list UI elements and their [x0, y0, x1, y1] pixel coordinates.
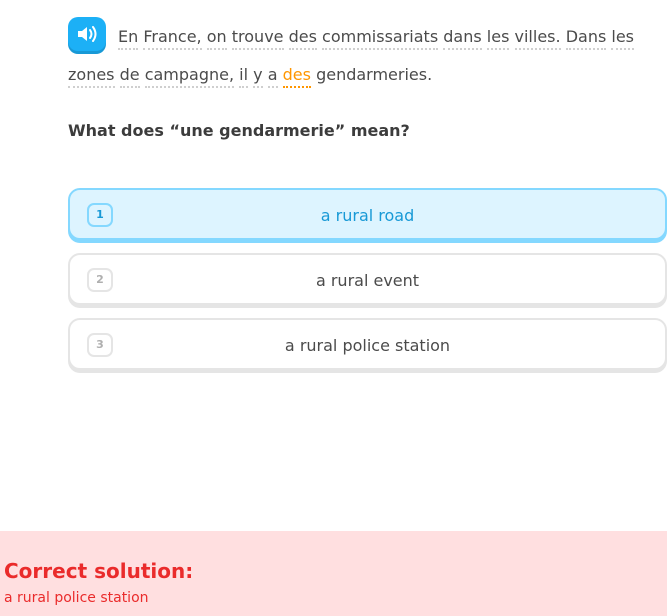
passage-word[interactable]: de — [119, 65, 140, 88]
passage-word[interactable]: les — [611, 27, 635, 50]
lesson-page: En France, on trouve des commissariats d… — [0, 0, 667, 616]
passage-word[interactable]: dans — [443, 27, 482, 50]
option-3[interactable]: 3 a rural police station — [68, 318, 667, 370]
passage-word[interactable]: a — [267, 65, 278, 88]
speaker-icon — [78, 25, 97, 42]
passage-word[interactable]: villes. — [514, 27, 561, 50]
passage-word[interactable]: des — [288, 27, 317, 50]
passage-word[interactable]: les — [486, 27, 510, 50]
passage-word[interactable]: campagne, — [144, 65, 235, 88]
option-label: a rural police station — [284, 336, 451, 355]
question-prompt: What does “une gendarmerie” mean? — [68, 121, 410, 140]
passage: En France, on trouve des commissariats d… — [68, 16, 660, 94]
feedback-banner: Correct solution: a rural police station — [0, 531, 667, 616]
passage-word[interactable]: il — [239, 65, 249, 88]
passage-word[interactable]: zones — [68, 65, 115, 88]
answer-options: 1 a rural road 2 a rural event 3 a rural… — [68, 188, 667, 383]
feedback-title: Correct solution: — [4, 559, 194, 583]
passage-word[interactable]: Dans — [565, 27, 607, 50]
option-label: a rural road — [320, 206, 415, 225]
passage-word: gendarmeries. — [316, 65, 433, 84]
passage-word[interactable]: on — [206, 27, 227, 50]
passage-word-highlighted[interactable]: des — [282, 65, 311, 88]
correct-answer-text: a rural police station — [4, 590, 149, 606]
option-2[interactable]: 2 a rural event — [68, 253, 667, 305]
passage-word[interactable]: France, — [143, 27, 202, 50]
passage-word[interactable]: En — [118, 27, 139, 50]
option-1[interactable]: 1 a rural road — [68, 188, 667, 240]
option-label: a rural event — [315, 271, 420, 290]
passage-word[interactable]: y — [253, 65, 263, 88]
passage-word[interactable]: trouve — [231, 27, 284, 50]
audio-button[interactable] — [68, 16, 106, 51]
passage-word[interactable]: commissariats — [322, 27, 439, 50]
